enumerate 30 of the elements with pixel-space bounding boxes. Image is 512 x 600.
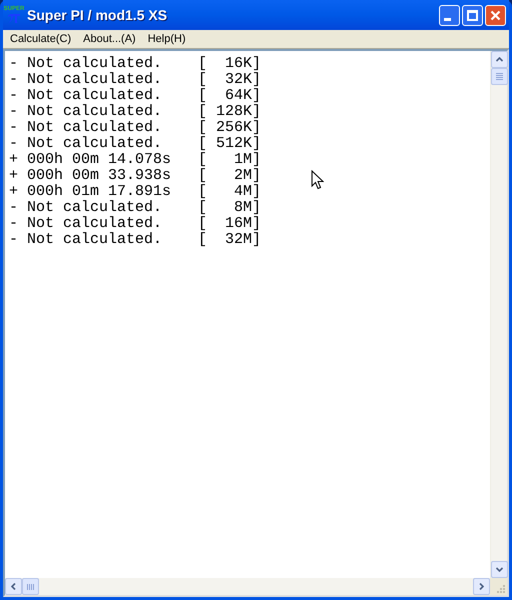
menu-item[interactable]: Calculate(C): [4, 30, 78, 48]
vertical-scrollbar[interactable]: [490, 51, 507, 578]
close-button[interactable]: [485, 4, 506, 26]
result-line: - Not calculated. [ 32K]: [9, 72, 262, 88]
menu-item[interactable]: Help(H): [142, 30, 192, 48]
scroll-thumb[interactable]: [22, 578, 39, 595]
maximize-button[interactable]: [462, 4, 483, 26]
scroll-up-button[interactable]: [491, 51, 508, 68]
result-line: - Not calculated. [ 8M]: [9, 200, 262, 216]
menu-item[interactable]: About...(A): [77, 30, 142, 48]
result-line: + 000h 00m 14.078s [ 1M]: [9, 152, 262, 168]
result-line: - Not calculated. [ 128K]: [9, 104, 262, 120]
close-icon: [490, 10, 501, 20]
size-grip-icon[interactable]: [490, 578, 507, 595]
result-line: - Not calculated. [ 16K]: [9, 56, 262, 72]
mouse-cursor-icon: [311, 170, 324, 190]
result-line: - Not calculated. [ 16M]: [9, 216, 262, 232]
result-line: - Not calculated. [ 32M]: [9, 232, 262, 248]
scroll-down-button[interactable]: [491, 561, 508, 578]
minimize-button[interactable]: [439, 4, 460, 26]
window-title: Super PI / mod1.5 XS: [27, 6, 168, 25]
result-line: - Not calculated. [ 512K]: [9, 136, 262, 152]
scroll-thumb[interactable]: [491, 68, 508, 85]
result-line: - Not calculated. [ 256K]: [9, 120, 262, 136]
result-line: + 000h 01m 17.891s [ 4M]: [9, 184, 262, 200]
scroll-left-button[interactable]: [5, 578, 22, 595]
scroll-right-button[interactable]: [473, 578, 490, 595]
horizontal-scrollbar[interactable]: [5, 578, 490, 595]
result-line: + 000h 00m 33.938s [ 2M]: [9, 168, 262, 184]
result-line: - Not calculated. [ 64K]: [9, 88, 262, 104]
